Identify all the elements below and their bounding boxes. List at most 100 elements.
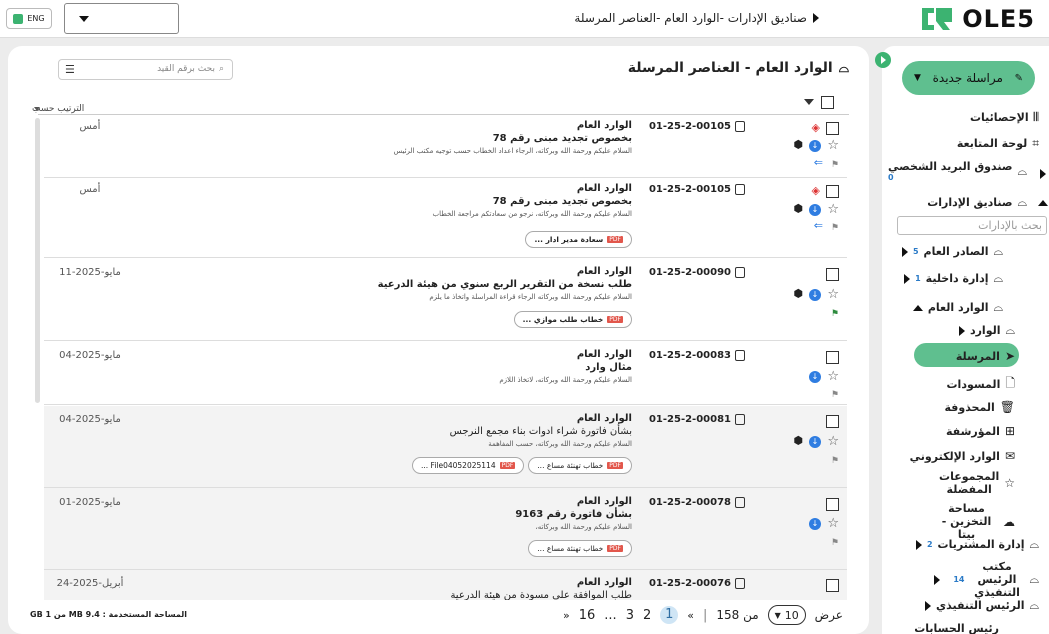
scrollbar[interactable] [35, 118, 40, 403]
reference-number[interactable]: 01-25-2-00081 [649, 414, 745, 425]
download-icon[interactable]: ↓ [809, 436, 821, 448]
flag-icon[interactable]: ⚑ [831, 538, 839, 548]
reference-number[interactable]: 01-25-2-00076 [649, 578, 745, 589]
copy-icon[interactable] [735, 497, 745, 508]
star-icon[interactable]: ☆ [827, 434, 839, 449]
sidebar-item-ceo-office[interactable]: ⌓ مكتب الرئيس التنفيذي 14 [934, 560, 1039, 599]
flag-icon[interactable]: ⚑ [831, 160, 839, 170]
attachment-chip[interactable]: PDF خطاب طلب موازي ... [513, 311, 632, 328]
table-row[interactable]: ☆ ↓ ⬢ ⚑ 01-25-2-00081 الوارد العام بشأن ف… [44, 406, 847, 488]
copy-icon[interactable] [735, 121, 745, 132]
page-1[interactable]: 1 [660, 606, 679, 624]
page-16[interactable]: 16 [579, 608, 596, 623]
download-icon[interactable]: ↓ [809, 518, 821, 530]
page-3[interactable]: 3 [626, 608, 634, 623]
chevron-down-icon[interactable] [804, 99, 814, 105]
sidebar-item-storage[interactable]: ☁ مساحة التخزين - بيتا [935, 502, 1015, 541]
expand-icon[interactable] [934, 574, 941, 585]
page-2[interactable]: 2 [643, 608, 651, 623]
sidebar-item-accounts[interactable]: رئيس الحسابات [914, 622, 999, 634]
star-icon[interactable]: ☆ [827, 287, 839, 302]
expand-icon[interactable] [915, 539, 922, 550]
back-arrow-icon[interactable] [813, 13, 819, 23]
row-checkbox[interactable] [826, 579, 839, 592]
attachment-chip[interactable]: PDF سعادة مدير ادار ... [525, 231, 632, 248]
row-checkbox[interactable] [826, 415, 839, 428]
table-row[interactable]: ◈ ☆ ↓ ⬢ ⇐ ⚑ 01-25-2-00105 الوارد العام بخ… [44, 116, 847, 178]
total-count: من 158 [716, 608, 759, 622]
table-row[interactable]: 01-25-2-00076 الوارد العام طلب الموافقة ع… [44, 570, 847, 600]
sidebar-item-purchasing[interactable]: ⌓ إدارة المشتريات 2 [915, 537, 1039, 552]
flag-icon[interactable]: ⚑ [831, 309, 839, 319]
attachment-chip[interactable]: PDF خطاب تهنئة مساع ... [528, 457, 632, 474]
sidebar-item-ceo[interactable]: ⌓ الرئيس التنفيذي [925, 598, 1039, 613]
download-icon[interactable]: ↓ [809, 371, 821, 383]
sidebar-item-stats[interactable]: 𝄃𝄃 الإحصائيات [970, 110, 1039, 125]
table-row[interactable]: ☆ ↓ ⬢ ⚑ 01-25-2-00090 الوارد العام طلب نس… [44, 259, 847, 341]
download-icon[interactable]: ↓ [809, 289, 821, 301]
collapse-icon[interactable] [1038, 200, 1048, 206]
mailbox-dropdown[interactable] [64, 3, 179, 34]
sidebar-item-favorites[interactable]: ☆ المجموعات المفضلة [939, 470, 1015, 496]
reference-number[interactable]: 01-25-2-00078 [649, 497, 745, 508]
row-checkbox[interactable] [826, 122, 839, 135]
download-icon[interactable]: ↓ [809, 140, 821, 152]
language-switch[interactable]: ENG [6, 8, 52, 29]
expand-icon[interactable] [925, 600, 932, 611]
star-icon[interactable]: ☆ [827, 369, 839, 384]
row-checkbox[interactable] [826, 185, 839, 198]
row-text: الوارد العام طلب الموافقة على مسودة من هي… [232, 577, 632, 600]
expand-icon[interactable] [904, 273, 911, 284]
sidebar-item-e-inbox[interactable]: ✉ الوارد الإلكتروني [910, 449, 1015, 463]
copy-icon[interactable] [735, 184, 745, 195]
sidebar-item-dashboard[interactable]: ⌗ لوحة المتابعة [957, 136, 1039, 151]
filter-icon[interactable]: ☰ [65, 63, 75, 76]
download-icon[interactable]: ↓ [809, 204, 821, 216]
copy-icon[interactable] [735, 350, 745, 361]
row-checkbox[interactable] [826, 268, 839, 281]
next-page-button[interactable]: » [563, 609, 570, 622]
expand-icon[interactable] [901, 246, 908, 257]
sidebar-item-sent[interactable]: ➤ المرسلة [956, 349, 1015, 363]
sidebar-item-outbox[interactable]: ⌓ الصادر العام 5 [901, 244, 1003, 259]
attachment-chip[interactable]: PDF File04052025114 ... [412, 457, 525, 474]
reference-number[interactable]: 01-25-2-00105 [649, 121, 745, 132]
table-row[interactable]: ◈ ☆ ↓ ⬢ ⇐ ⚑ 01-25-2-00105 الوارد العام بخ… [44, 179, 847, 258]
sidebar-item-drafts[interactable]: 🗋 المسودات [947, 374, 1016, 395]
sidebar-toggle-icon[interactable] [875, 52, 891, 68]
reference-number[interactable]: 01-25-2-00105 [649, 184, 745, 195]
new-mail-button[interactable]: ✎ مراسلة جديدة ▼ [902, 61, 1035, 95]
copy-icon[interactable] [735, 578, 745, 589]
prev-page-button[interactable]: « [687, 609, 694, 622]
sidebar-item-internal[interactable]: ⌓ إدارة داخلية 1 [904, 271, 1003, 286]
copy-icon[interactable] [735, 414, 745, 425]
collapse-icon[interactable] [912, 304, 923, 311]
row-checkbox[interactable] [826, 498, 839, 511]
select-all-checkbox[interactable] [821, 96, 834, 109]
star-icon[interactable]: ☆ [827, 138, 839, 153]
row-checkbox[interactable] [826, 351, 839, 364]
sidebar-item-departments[interactable]: ⌓ صناديق الإدارات [927, 195, 1027, 210]
sidebar-item-deleted[interactable]: 🗑 المحذوفة [944, 400, 1015, 414]
expand-icon[interactable] [958, 325, 965, 336]
flag-icon[interactable]: ⚑ [831, 390, 839, 400]
star-icon[interactable]: ☆ [827, 516, 839, 531]
department-search-input[interactable]: بحث بالإدارات [897, 216, 1047, 235]
attachment-chip[interactable]: PDF خطاب تهنئة مساع ... [528, 540, 632, 557]
sidebar-item-general-inbox[interactable]: ⌓ الوارد العام [912, 300, 1003, 315]
reference-number[interactable]: 01-25-2-00083 [649, 350, 745, 361]
per-page-select[interactable]: ▼ 10 [767, 605, 806, 625]
flag-icon[interactable]: ⚑ [831, 456, 839, 466]
reference-number[interactable]: 01-25-2-00090 [649, 267, 745, 278]
sidebar-item-archived[interactable]: ⊞ المؤرشفة [946, 424, 1015, 438]
table-row[interactable]: ☆ ↓ ⚑ 01-25-2-00083 الوارد العام مثال وار… [44, 342, 847, 405]
table-row[interactable]: ☆ ↓ ⚑ 01-25-2-00078 الوارد العام بشأن فات… [44, 488, 847, 570]
copy-icon[interactable] [735, 267, 745, 278]
expand-icon[interactable] [1040, 169, 1046, 179]
envelope-icon: ✉ [1004, 449, 1015, 463]
sidebar-item-personal[interactable]: ⌓ صندوق البريد الشخصي 0 [888, 160, 1027, 182]
star-icon[interactable]: ☆ [827, 202, 839, 217]
sidebar-item-inbox[interactable]: ⌓ الوارد [958, 323, 1015, 338]
flag-icon[interactable]: ⚑ [831, 223, 839, 233]
search-input[interactable]: ⌕بحث برقم القيد ☰ [58, 59, 233, 80]
